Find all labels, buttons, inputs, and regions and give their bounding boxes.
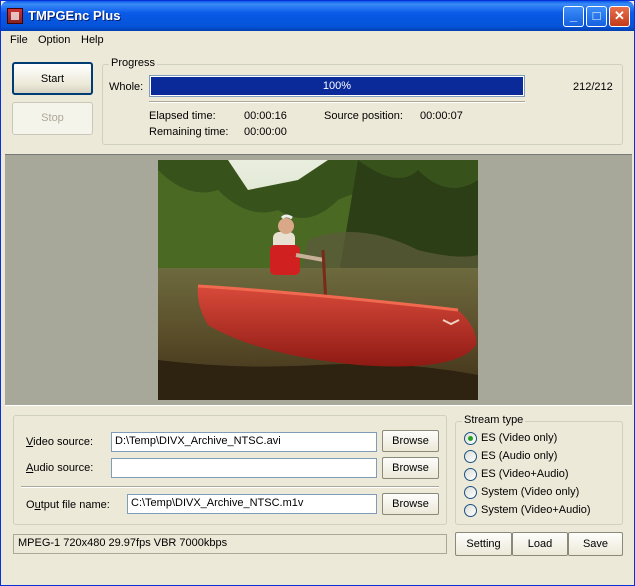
preview-area [5, 154, 632, 406]
video-preview-frame [158, 160, 478, 400]
app-icon[interactable] [7, 8, 23, 24]
close-icon: ✕ [614, 8, 625, 23]
elapsed-label: Elapsed time: [149, 110, 216, 122]
output-file-input[interactable]: C:\Temp\DIVX_Archive_NTSC.m1v [127, 494, 377, 514]
save-button[interactable]: Save [568, 532, 623, 556]
frame-count: 212/212 [573, 81, 613, 93]
maximize-button[interactable]: □ [586, 6, 607, 27]
radio-label-system-video-only[interactable]: System (Video only) [481, 486, 579, 498]
browse-video-button[interactable]: Browse [382, 430, 439, 452]
close-button[interactable]: ✕ [609, 6, 630, 27]
menu-help[interactable]: Help [81, 34, 104, 46]
radio-label-es-video-only[interactable]: ES (Video only) [481, 432, 557, 444]
minimize-button[interactable]: _ [563, 6, 584, 27]
whole-label: Whole: [109, 81, 144, 93]
radio-label-es-audio-only[interactable]: ES (Audio only) [481, 450, 557, 462]
sources-separator [21, 486, 439, 488]
output-file-label: Output file name: [26, 499, 110, 511]
menu-option[interactable]: Option [38, 34, 70, 46]
radio-label-system-video-audio[interactable]: System (Video+Audio) [481, 504, 591, 516]
remaining-value: 00:00:00 [244, 126, 287, 138]
source-position-value: 00:00:07 [420, 110, 463, 122]
stop-button[interactable]: Stop [12, 102, 93, 135]
video-source-label: Video source: [26, 436, 94, 448]
progress-fill: 100% [151, 77, 523, 95]
whole-progress-bar: 100% [149, 75, 525, 97]
video-source-input[interactable]: D:\Temp\DIVX_Archive_NTSC.avi [111, 432, 377, 452]
minimize-icon: _ [569, 8, 578, 23]
app-window: TMPGEnc Plus _ □ ✕ File Option Help Star… [0, 0, 635, 586]
window-title: TMPGEnc Plus [28, 8, 121, 23]
radio-es-video-only[interactable] [464, 432, 477, 445]
browse-output-button[interactable]: Browse [382, 493, 439, 515]
radio-system-video-only[interactable] [464, 486, 477, 499]
radio-system-video-audio[interactable] [464, 504, 477, 517]
source-position-label: Source position: [324, 110, 403, 122]
menu-file[interactable]: File [10, 34, 28, 46]
radio-label-es-video-audio[interactable]: ES (Video+Audio) [481, 468, 569, 480]
setting-button[interactable]: Setting [455, 532, 512, 556]
stream-type-label: Stream type [462, 414, 526, 426]
maximize-icon: □ [592, 8, 601, 23]
radio-es-video-audio[interactable] [464, 468, 477, 481]
audio-source-label: Audio source: [26, 462, 94, 474]
load-button[interactable]: Load [512, 532, 568, 556]
progress-group-label: Progress [109, 57, 158, 69]
title-bar[interactable]: TMPGEnc Plus _ □ ✕ [1, 1, 634, 31]
audio-source-input[interactable] [111, 458, 377, 478]
remaining-label: Remaining time: [149, 126, 229, 138]
encoding-settings-status: MPEG-1 720x480 29.97fps VBR 7000kbps [13, 534, 447, 554]
elapsed-value: 00:00:16 [244, 110, 287, 122]
browse-audio-button[interactable]: Browse [382, 457, 439, 479]
start-button[interactable]: Start [12, 62, 93, 95]
radio-es-audio-only[interactable] [464, 450, 477, 463]
menu-bar: File Option Help [1, 31, 634, 50]
progress-separator [149, 101, 525, 103]
preview-image [158, 160, 478, 400]
